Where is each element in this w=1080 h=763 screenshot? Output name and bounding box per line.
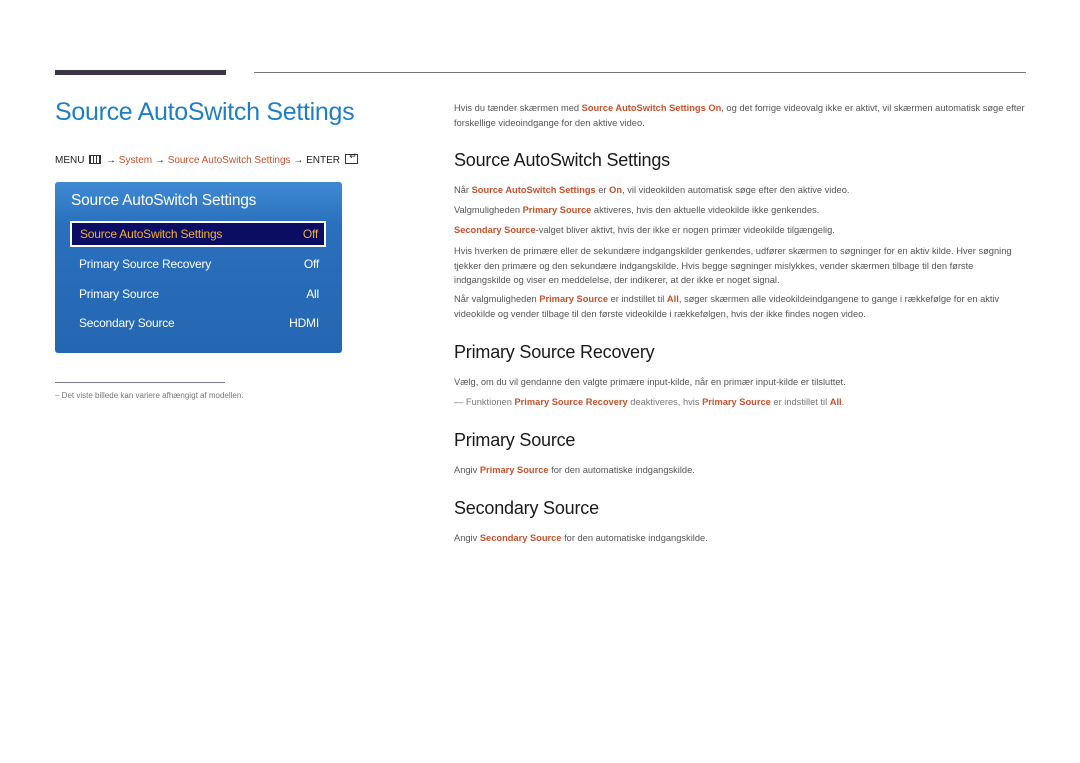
highlight: Primary Source xyxy=(702,397,771,407)
osd-row-label: Source AutoSwitch Settings xyxy=(80,227,223,241)
paragraph: Vælg, om du vil gendanne den valgte prim… xyxy=(454,377,846,387)
text: , vil videokilden automatisk søge efter … xyxy=(622,185,850,195)
highlight: Primary Source Recovery xyxy=(514,397,628,407)
highlight: Secondary Source xyxy=(454,225,536,235)
breadcrumb-menu: MENU xyxy=(55,155,85,166)
osd-row-value: Off xyxy=(302,227,318,241)
intro-paragraph: Hvis du tænder skærmen med Source AutoSw… xyxy=(454,101,1030,130)
text: for den automatiske indgangskilde. xyxy=(548,465,695,475)
paragraph: Angiv Primary Source for den automatiske… xyxy=(454,463,1030,478)
breadcrumb-arrow: → xyxy=(106,155,117,166)
osd-menu-panel: Source AutoSwitch Settings Source AutoSw… xyxy=(55,182,342,353)
breadcrumb-item: Source AutoSwitch Settings xyxy=(167,155,291,166)
text: Angiv xyxy=(454,465,480,475)
text: aktiveres, hvis den aktuelle videokilde … xyxy=(591,205,820,215)
footnote-divider xyxy=(55,382,225,383)
osd-row-label: Secondary Source xyxy=(79,316,175,330)
osd-row-primary-source[interactable]: Primary Source All xyxy=(71,282,325,306)
text: Når xyxy=(454,185,472,195)
paragraph: Når Source AutoSwitch Settings er On, vi… xyxy=(454,183,1030,198)
page-title: Source AutoSwitch Settings xyxy=(55,98,355,126)
text: Angiv xyxy=(454,533,480,543)
osd-row-secondary-source[interactable]: Secondary Source HDMI xyxy=(71,311,325,335)
highlight: Source AutoSwitch Settings xyxy=(471,185,596,195)
text: -valget bliver aktivt, hvis der ikke er … xyxy=(535,225,835,235)
breadcrumb-arrow: → xyxy=(154,155,165,166)
paragraph: Hvis hverken de primære eller de sekundæ… xyxy=(454,246,1012,285)
text: deaktiveres, hvis xyxy=(627,397,703,407)
breadcrumb-enter: ENTER xyxy=(306,155,341,166)
osd-row-label: Primary Source xyxy=(79,287,159,301)
section-heading-secondary-source: Secondary Source xyxy=(454,498,599,518)
header-bar-thick xyxy=(55,70,226,75)
osd-row-value: All xyxy=(306,287,319,301)
text: er indstillet til xyxy=(770,397,830,407)
text: Valgmuligheden xyxy=(454,205,523,215)
footnote-text: Det viste billede kan variere afhængigt … xyxy=(61,391,244,400)
highlight: All xyxy=(829,397,842,407)
osd-row-primary-source-recovery[interactable]: Primary Source Recovery Off xyxy=(71,252,325,276)
highlight: Primary Source xyxy=(522,205,592,215)
highlight: Source AutoSwitch Settings On xyxy=(581,103,722,113)
highlight: Primary Source xyxy=(479,465,549,475)
osd-row-value: HDMI xyxy=(289,316,319,330)
footnote: – Det viste billede kan variere afhængig… xyxy=(55,391,244,400)
text: er indstillet til xyxy=(608,294,667,304)
menu-icon xyxy=(89,155,102,164)
note-dash-icon: — xyxy=(454,397,466,407)
text: . xyxy=(841,397,845,407)
osd-row-source-autoswitch[interactable]: Source AutoSwitch Settings Off xyxy=(70,221,326,247)
highlight: Secondary Source xyxy=(479,533,562,543)
osd-title: Source AutoSwitch Settings xyxy=(71,192,257,209)
paragraph: Når valgmuligheden Primary Source er ind… xyxy=(454,292,1030,321)
text: Funktionen xyxy=(465,397,515,407)
text: Hvis du tænder skærmen med xyxy=(454,103,582,113)
paragraph: Valgmuligheden Primary Source aktiveres,… xyxy=(454,203,1030,218)
paragraph: Angiv Secondary Source for den automatis… xyxy=(454,531,1030,546)
section-heading-primary-source-recovery: Primary Source Recovery xyxy=(454,342,655,362)
breadcrumb-arrow: → xyxy=(293,155,304,166)
osd-row-label: Primary Source Recovery xyxy=(79,257,212,271)
section-heading-source-autoswitch: Source AutoSwitch Settings xyxy=(454,150,670,170)
header-bar-thin xyxy=(254,72,1026,73)
highlight: Primary Source xyxy=(539,294,609,304)
enter-icon xyxy=(344,151,358,164)
breadcrumb: MENU → System → Source AutoSwitch Settin… xyxy=(55,151,358,166)
highlight: All xyxy=(666,294,679,304)
text: for den automatiske indgangskilde. xyxy=(561,533,708,543)
text: er xyxy=(595,185,610,195)
dash-icon: – xyxy=(55,391,62,400)
text: Når valgmuligheden xyxy=(454,294,540,304)
note: — Funktionen Primary Source Recovery dea… xyxy=(454,395,1030,410)
section-heading-primary-source: Primary Source xyxy=(454,430,576,450)
highlight: On xyxy=(609,185,623,195)
osd-row-value: Off xyxy=(303,257,319,271)
breadcrumb-system: System xyxy=(118,155,153,166)
paragraph: Secondary Source-valget bliver aktivt, h… xyxy=(454,223,1030,238)
